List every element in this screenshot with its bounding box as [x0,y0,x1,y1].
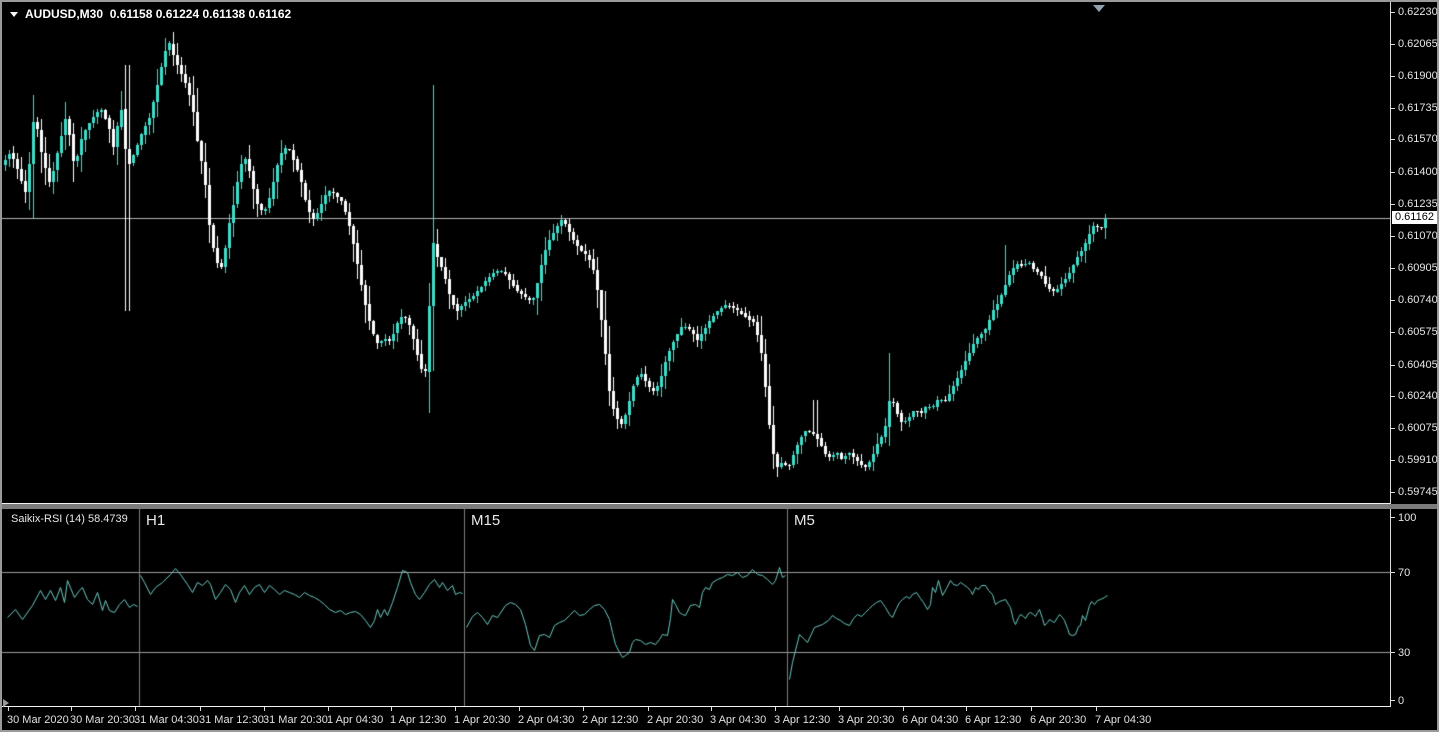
price-axis-tick [1391,12,1395,13]
time-axis-tick [839,707,840,711]
time-axis-tick [200,707,201,711]
timeframe-label-m5: M5 [794,512,815,529]
time-axis-label: 7 Apr 04:30 [1095,714,1151,726]
price-axis-label: 0.60075 [1398,422,1438,434]
time-axis-label: 30 Mar 2020 [7,714,69,726]
time-axis-label: 30 Mar 20:30 [70,714,135,726]
rsi-axis-tick [1391,517,1395,518]
time-axis-tick [711,707,712,711]
time-axis-tick [135,707,136,711]
time-axis-label: 3 Apr 20:30 [838,714,894,726]
time-axis-label: 3 Apr 04:30 [710,714,766,726]
price-axis-tick [1391,204,1395,205]
time-axis-label: 2 Apr 04:30 [518,714,574,726]
time-axis-label: 1 Apr 20:30 [454,714,510,726]
price-axis-tick [1391,460,1395,461]
time-axis-label: 2 Apr 20:30 [647,714,703,726]
price-axis-tick [1391,268,1395,269]
price-axis-tick [1391,300,1395,301]
time-axis-label: 1 Apr 04:30 [327,714,383,726]
price-axis-tick [1391,236,1395,237]
rsi-axis-tick [1391,572,1395,573]
time-axis-tick [1096,707,1097,711]
ohlc-text: 0.61158 0.61224 0.61138 0.61162 [110,7,292,21]
price-axis-label: 0.61570 [1398,133,1438,145]
time-axis-tick [1031,707,1032,711]
rsi-indicator-label: Saikix-RSI (14) 58.4739 [11,513,128,525]
current-price-label: 0.61162 [1392,211,1437,224]
price-axis-label: 0.60740 [1398,294,1438,306]
time-axis-tick [583,707,584,711]
time-axis-tick [903,707,904,711]
price-axis-label: 0.61900 [1398,70,1438,82]
price-axis-tick [1391,396,1395,397]
time-axis-label: 31 Mar 04:30 [134,714,199,726]
time-axis-tick [966,707,967,711]
price-axis-label: 0.60905 [1398,262,1438,274]
time-axis-tick [328,707,329,711]
panel-resize-grip-icon[interactable] [3,699,9,707]
rsi-axis-label: 70 [1398,567,1410,579]
time-axis-tick [775,707,776,711]
time-axis-label: 6 Apr 20:30 [1030,714,1086,726]
time-axis-label: 6 Apr 04:30 [902,714,958,726]
timeframe-label-h1: H1 [146,512,165,529]
time-axis-label: 6 Apr 12:30 [965,714,1021,726]
symbol-title: AUDUSD,M30 [25,7,103,21]
time-axis-label: 31 Mar 12:30 [199,714,264,726]
price-axis-tick [1391,492,1395,493]
price-axis-label: 0.62065 [1398,38,1438,50]
chart-window: AUDUSD,M30 0.61158 0.61224 0.61138 0.611… [0,0,1439,732]
price-axis-label: 0.61070 [1398,230,1438,242]
rsi-axis-tick [1391,700,1395,701]
price-axis-tick [1391,428,1395,429]
indicator-frame-bottom [2,706,1390,707]
time-axis-tick [455,707,456,711]
price-axis-tick [1391,139,1395,140]
price-axis-label: 0.61235 [1398,198,1438,210]
time-axis-label: 1 Apr 12:30 [390,714,446,726]
price-axis-tick [1391,108,1395,109]
price-axis-label: 0.60240 [1398,390,1438,402]
price-axis-tick [1391,76,1395,77]
time-axis-label: 31 Mar 20:30 [263,714,328,726]
price-chart-canvas[interactable] [2,2,1390,503]
rsi-indicator-canvas[interactable] [2,509,1390,706]
price-axis-label: 0.62230 [1398,6,1438,18]
price-axis-label: 0.60575 [1398,326,1438,338]
time-axis-tick [71,707,72,711]
rsi-axis-tick [1391,652,1395,653]
price-axis-label: 0.60405 [1398,359,1438,371]
price-axis-label: 0.61400 [1398,166,1438,178]
price-axis-tick [1391,172,1395,173]
time-axis-tick [519,707,520,711]
chart-indicator-divider[interactable] [2,504,1437,509]
price-axis-tick [1391,44,1395,45]
price-axis-label: 0.61735 [1398,102,1438,114]
price-axis-tick [1391,365,1395,366]
time-axis-tick [8,707,9,711]
rsi-axis-label: 30 [1398,647,1410,659]
price-axis-label: 0.59745 [1398,486,1438,498]
time-axis-tick [391,707,392,711]
chart-shift-marker-icon[interactable] [1093,5,1105,12]
rsi-axis-label: 100 [1398,512,1416,524]
time-axis-label: 3 Apr 12:30 [774,714,830,726]
rsi-axis-label: 0 [1398,695,1404,707]
price-axis-label: 0.59910 [1398,454,1438,466]
time-axis-label: 2 Apr 12:30 [582,714,638,726]
symbol-ohlc-label: AUDUSD,M30 0.61158 0.61224 0.61138 0.611… [8,7,291,21]
timeframe-label-m15: M15 [471,512,500,529]
time-axis-tick [264,707,265,711]
symbol-dropdown-icon [10,12,18,17]
time-axis-tick [648,707,649,711]
price-axis-tick [1391,332,1395,333]
ohlc-values [103,7,110,21]
